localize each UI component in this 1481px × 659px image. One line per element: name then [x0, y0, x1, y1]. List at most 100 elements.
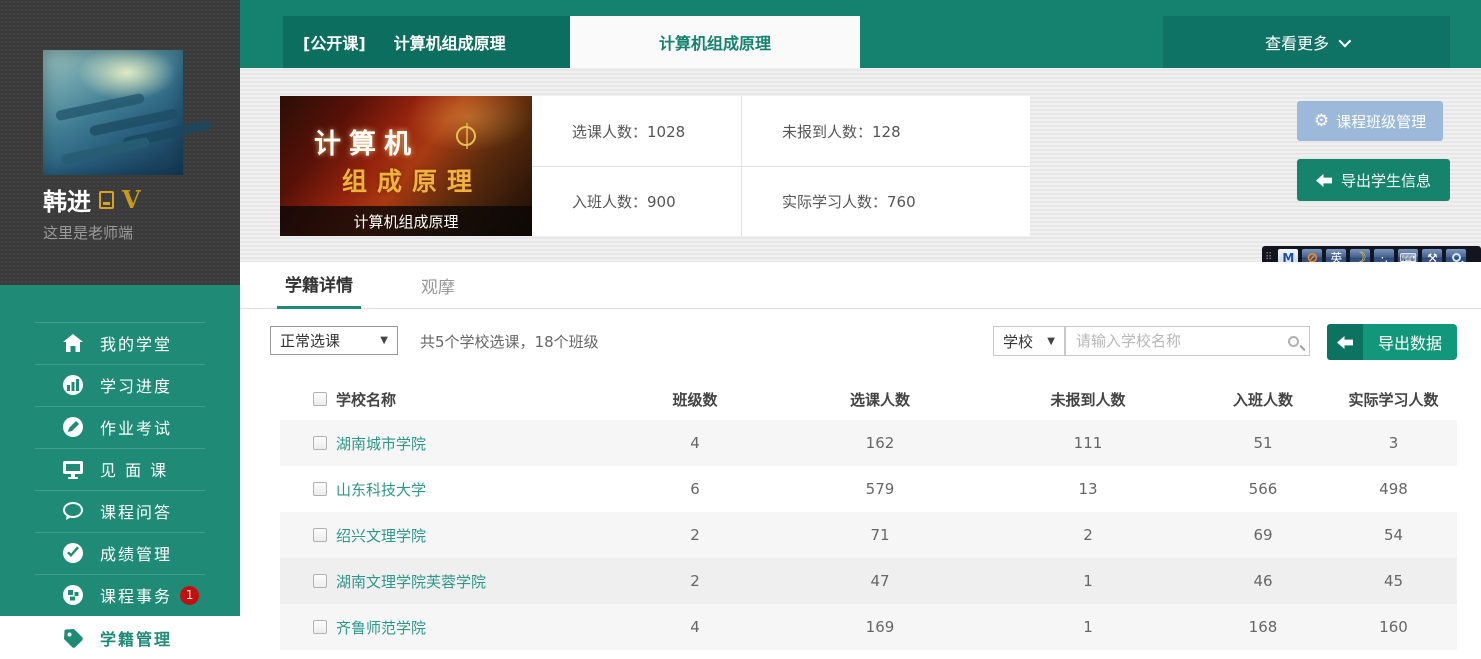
- class-manage-button[interactable]: ⚙ 课程班级管理: [1297, 101, 1443, 141]
- search-type-value: 学校: [1003, 331, 1033, 352]
- sidebar-item-label: 学籍管理: [100, 626, 172, 650]
- sidebar-item-label: 成绩管理: [100, 541, 172, 565]
- stat-cell: 2: [610, 558, 780, 604]
- caret-down-icon: ▼: [1047, 336, 1055, 347]
- school-row: 山东科技大学657913566498: [280, 466, 1457, 512]
- user-subtitle: 这里是老师端: [43, 222, 133, 243]
- stat-cell: 4: [610, 604, 780, 650]
- export-data-label: 导出数据: [1363, 324, 1457, 360]
- export-students-label: 导出学生信息: [1341, 170, 1431, 191]
- tab-roster-detail[interactable]: 学籍详情: [277, 262, 361, 309]
- tab-public-course-title: 计算机组成原理: [394, 30, 506, 54]
- row-checkbox[interactable]: [313, 620, 327, 634]
- main-area: [公开课] 计算机组成原理 计算机组成原理 查看更多 计算机 组成原理 计算机组…: [240, 0, 1481, 659]
- column-header: 选课人数: [780, 378, 980, 420]
- tab-public-course-prefix: [公开课]: [303, 30, 366, 54]
- notification-badge: 1: [180, 586, 199, 605]
- sidebar-item-homework-pen[interactable]: 作业考试: [0, 406, 240, 448]
- stat-cell: 69: [1196, 512, 1330, 558]
- sidebar-item-progress-chart[interactable]: 学习进度: [0, 364, 240, 406]
- course-stat: 入班人数：900: [532, 166, 741, 236]
- avatar[interactable]: [43, 50, 183, 175]
- column-header: 实际学习人数: [1330, 378, 1457, 420]
- course-stat: 实际学习人数：760: [741, 166, 1030, 236]
- school-row: 湖南城市学院4162111513: [280, 420, 1457, 466]
- course-thumb-title-line2: 组成原理: [342, 162, 482, 198]
- filter-row: 正常选课 ▼ 共5个学校选课，18个班级 学校 ▼ 导出数据: [240, 309, 1481, 378]
- caret-down-icon: ▼: [380, 335, 388, 346]
- sidebar-menu: 我的学堂学习进度作业考试见 面 课课程问答成绩管理课程事务 1 学籍管理: [0, 285, 240, 659]
- sidebar-item-roster-tag[interactable]: 学籍管理: [0, 616, 240, 659]
- member-card-icon: [99, 191, 114, 209]
- qa-chat-icon: [62, 500, 84, 522]
- school-name-link[interactable]: 齐鲁师范学院: [336, 617, 426, 638]
- sidebar-item-label: 我的学堂: [100, 331, 172, 355]
- search-icon[interactable]: [1288, 336, 1299, 347]
- course-thumbnail[interactable]: 计算机 组成原理 计算机组成原理: [280, 96, 532, 236]
- roster-panel: 学籍详情 观摩 正常选课 ▼ 共5个学校选课，18个班级 学校 ▼: [240, 262, 1481, 659]
- homework-pen-icon: [62, 416, 84, 438]
- school-name-link[interactable]: 湖南文理学院芙蓉学院: [336, 571, 486, 592]
- stat-cell: 45: [1330, 558, 1457, 604]
- sidebar-item-grade-check[interactable]: 成绩管理: [0, 532, 240, 574]
- row-checkbox[interactable]: [313, 574, 327, 588]
- stat-cell: 579: [780, 466, 980, 512]
- school-search-input[interactable]: [1076, 332, 1288, 350]
- school-name-link[interactable]: 湖南城市学院: [336, 433, 426, 454]
- column-header: 学校名称: [280, 378, 610, 420]
- roster-tag-icon: [62, 627, 84, 649]
- progress-chart-icon: [62, 374, 84, 396]
- stat-cell: 71: [780, 512, 980, 558]
- sidebar-item-home[interactable]: 我的学堂: [0, 322, 240, 364]
- app-screen: 韩进 V 这里是老师端 我的学堂学习进度作业考试见 面 课课程问答成绩管理课程事…: [0, 0, 1481, 659]
- sidebar-item-label: 学习进度: [100, 373, 172, 397]
- export-data-button[interactable]: 导出数据: [1327, 324, 1457, 360]
- row-checkbox[interactable]: [313, 482, 327, 496]
- user-name: 韩进: [43, 182, 91, 217]
- topbar: [公开课] 计算机组成原理 计算机组成原理 查看更多: [240, 0, 1481, 68]
- stat-cell: 2: [610, 512, 780, 558]
- enroll-status-value: 正常选课: [280, 330, 340, 351]
- crosshair-icon: [456, 126, 476, 146]
- affairs-grid-icon: [62, 584, 84, 606]
- school-name-link[interactable]: 山东科技大学: [336, 479, 426, 500]
- select-all-checkbox[interactable]: [313, 392, 327, 406]
- stat-cell: 47: [780, 558, 980, 604]
- school-name-link[interactable]: 绍兴文理学院: [336, 525, 426, 546]
- view-more-button[interactable]: 查看更多: [1163, 16, 1450, 68]
- stat-cell: 4: [610, 420, 780, 466]
- arrow-left-icon: [1327, 324, 1363, 360]
- school-table: 学校名称班级数选课人数未报到人数入班人数实际学习人数 湖南城市学院4162111…: [280, 378, 1457, 650]
- row-checkbox[interactable]: [313, 528, 327, 542]
- gear-icon: ⚙: [1314, 111, 1329, 131]
- course-info-card: 计算机 组成原理 计算机组成原理 选课人数：1028未报到人数：128入班人数：…: [280, 96, 1030, 236]
- tab-current-course[interactable]: 计算机组成原理: [570, 16, 860, 68]
- tab-public-course[interactable]: [公开课] 计算机组成原理: [283, 16, 570, 68]
- enroll-status-select[interactable]: 正常选课 ▼: [270, 326, 398, 355]
- stat-cell: 168: [1196, 604, 1330, 650]
- sidebar-item-qa-chat[interactable]: 课程问答: [0, 490, 240, 532]
- course-stats-grid: 选课人数：1028未报到人数：128入班人数：900实际学习人数：760: [532, 96, 1030, 236]
- sidebar-profile: 韩进 V 这里是老师端: [0, 0, 240, 285]
- tab-observe[interactable]: 观摩: [421, 262, 455, 309]
- sidebar-item-affairs-grid[interactable]: 课程事务 1: [0, 574, 240, 616]
- class-manage-label: 课程班级管理: [1336, 111, 1426, 132]
- row-checkbox[interactable]: [313, 436, 327, 450]
- column-header-label: 学校名称: [336, 389, 396, 410]
- panel-tabs: 学籍详情 观摩: [240, 262, 1481, 309]
- filter-summary: 共5个学校选课，18个班级: [420, 309, 599, 373]
- stat-cell: 46: [1196, 558, 1330, 604]
- stat-cell: 566: [1196, 466, 1330, 512]
- school-row: 湖南文理学院芙蓉学院24714645: [280, 558, 1457, 604]
- export-students-button[interactable]: 导出学生信息: [1297, 159, 1450, 201]
- sidebar-item-label: 课程事务: [100, 583, 172, 607]
- sidebar-item-meeting-screen[interactable]: 见 面 课: [0, 448, 240, 490]
- course-stat: 未报到人数：128: [741, 96, 1030, 166]
- school-row: 绍兴文理学院27126954: [280, 512, 1457, 558]
- course-thumb-caption: 计算机组成原理: [280, 206, 532, 236]
- grade-check-icon: [62, 542, 84, 564]
- column-header: 未报到人数: [980, 378, 1196, 420]
- column-header: 班级数: [610, 378, 780, 420]
- search-type-select[interactable]: 学校 ▼: [993, 326, 1065, 356]
- stat-cell: 51: [1196, 420, 1330, 466]
